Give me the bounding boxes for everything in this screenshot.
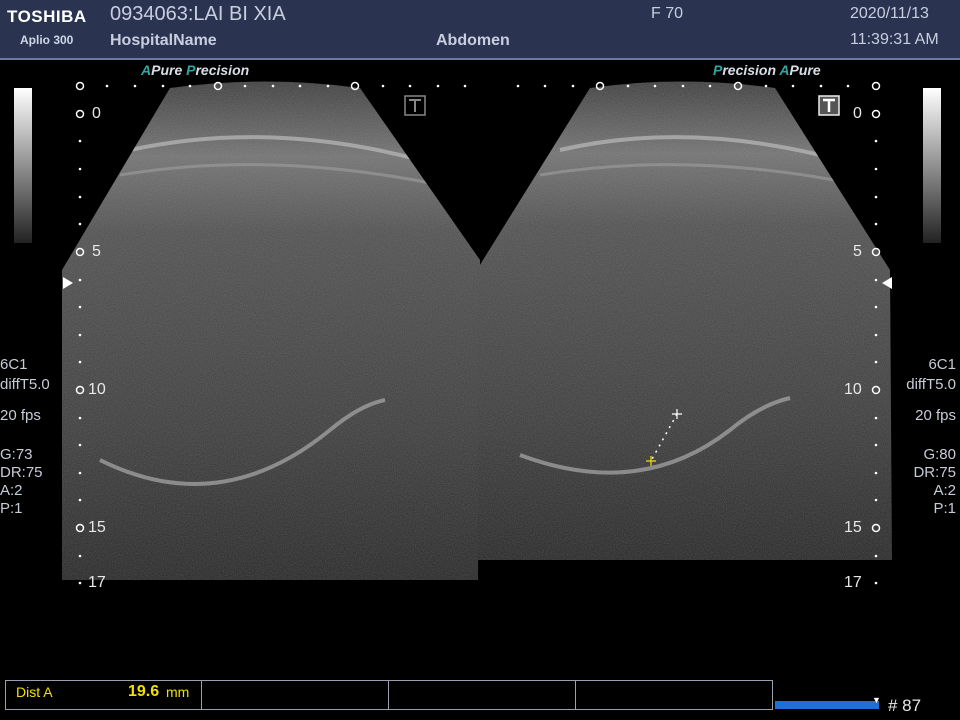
header-bar: TOSHIBA Aplio 300 0934063:LAI BI XIA Hos… (0, 0, 960, 60)
measurement-cell-empty[interactable] (202, 681, 389, 709)
depth-label-left-5: 5 (92, 243, 101, 260)
measurement-unit: mm (166, 684, 190, 700)
ultrasound-image-area[interactable] (0, 60, 960, 620)
frame-rate: F 70 (651, 5, 684, 22)
exam-type: Abdomen (436, 32, 510, 49)
depth-label-right-10: 10 (844, 381, 862, 398)
exam-date: 2020/11/13 (850, 5, 929, 22)
depth-label-right-17: 17 (844, 574, 862, 591)
a-value: A:2 (0, 482, 23, 499)
gain-value: G:80 (923, 446, 956, 463)
depth-label-left-0: 0 (92, 105, 101, 122)
measurement-cell-dist-a[interactable]: Dist A 19.6 mm (6, 681, 202, 709)
depth-label-right-5: 5 (853, 243, 862, 260)
ultrasound-left-sector (62, 81, 480, 580)
system-model: Aplio 300 (20, 33, 74, 47)
patient-id: 0934063:LAI BI XIA (110, 3, 286, 25)
gain-value: G:73 (0, 446, 33, 463)
probe-name: 6C1 (0, 356, 28, 373)
cine-position-marker-icon[interactable]: ▼ (872, 695, 881, 705)
fps-value: 20 fps (0, 407, 41, 424)
measurement-label: Dist A (16, 684, 53, 700)
p-value: P:1 (0, 500, 23, 517)
depth-label-left-17: 17 (88, 574, 106, 591)
cine-progress-bar[interactable] (775, 701, 879, 709)
depth-label-left-10: 10 (88, 381, 106, 398)
depth-label-left-15: 15 (88, 519, 106, 536)
measurement-results-box[interactable]: Dist A 19.6 mm (5, 680, 773, 710)
left-param-panel: 6C1 diffT5.0 20 fps G:73 DR:75 A:2 P:1 (0, 355, 50, 519)
cine-frame-number: # 87 (888, 696, 922, 715)
measurement-cell-empty[interactable] (389, 681, 577, 709)
dynamic-range-value: DR:75 (0, 464, 43, 481)
exam-time: 11:39:31 AM (850, 31, 939, 48)
body-mark-left-icon[interactable] (404, 95, 426, 116)
preset-name: diffT5.0 (0, 376, 50, 393)
measurement-value: 19.6 (128, 683, 160, 700)
p-value: P:1 (933, 500, 956, 517)
depth-label-right-0: 0 (853, 105, 862, 122)
ultrasound-right-sector (478, 81, 892, 560)
depth-label-right-15: 15 (844, 519, 862, 536)
measurement-cell-empty[interactable] (576, 681, 772, 709)
hospital-name: HospitalName (110, 32, 217, 49)
right-param-panel: 6C1 diffT5.0 20 fps G:80 DR:75 A:2 P:1 (906, 355, 956, 519)
fps-value: 20 fps (915, 407, 956, 424)
a-value: A:2 (933, 482, 956, 499)
body-mark-right-icon[interactable] (818, 95, 840, 116)
brand-logo: TOSHIBA (7, 7, 87, 26)
preset-name: diffT5.0 (906, 376, 956, 393)
dynamic-range-value: DR:75 (913, 464, 956, 481)
probe-name: 6C1 (928, 356, 956, 373)
